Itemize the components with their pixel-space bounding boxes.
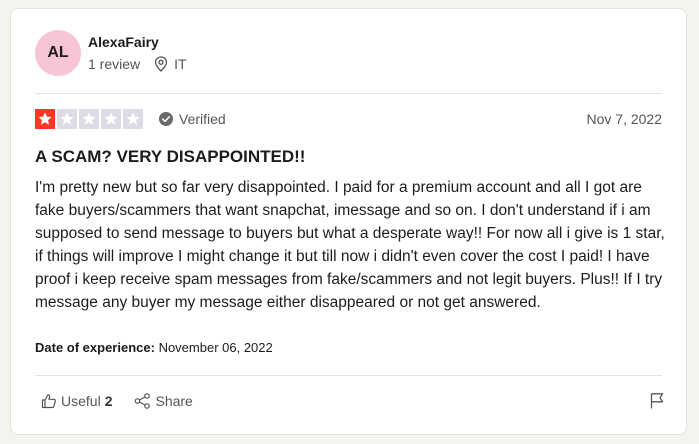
report-flag-button[interactable]: [650, 392, 664, 409]
share-button[interactable]: Share: [134, 392, 193, 409]
share-label: Share: [155, 392, 193, 409]
star-filled-icon: [35, 109, 55, 129]
star-empty-icon: [123, 109, 143, 129]
review-title[interactable]: A SCAM? VERY DISAPPOINTED!!: [35, 147, 305, 167]
footer-divider: [35, 375, 662, 376]
flag-icon: [650, 392, 664, 409]
verified-label: Verified: [179, 111, 226, 127]
rating-row: Verified Nov 7, 2022: [35, 109, 662, 129]
star-empty-icon: [57, 109, 77, 129]
location-pin-icon: [154, 56, 168, 72]
avatar[interactable]: AL: [35, 30, 81, 76]
share-icon: [134, 392, 155, 409]
review-actions: Useful 2 Share: [41, 392, 664, 409]
useful-label: Useful: [61, 392, 101, 409]
reviewer-name[interactable]: AlexaFairy: [88, 34, 159, 50]
verified-check-icon: [159, 112, 173, 126]
star-rating: [35, 109, 143, 129]
date-of-experience: Date of experience: November 06, 2022: [35, 340, 273, 355]
star-empty-icon: [79, 109, 99, 129]
review-date: Nov 7, 2022: [586, 111, 663, 127]
header-divider: [35, 93, 662, 94]
verified-badge[interactable]: Verified: [159, 111, 226, 127]
reviewer-meta: 1 review IT: [88, 56, 187, 72]
thumbs-up-icon: [41, 393, 61, 409]
experience-date: November 06, 2022: [158, 340, 273, 355]
review-body: I'm pretty new but so far very disappoin…: [35, 179, 665, 311]
experience-label: Date of experience:: [35, 340, 155, 355]
reviewer-country: IT: [174, 56, 187, 72]
useful-button[interactable]: Useful 2: [41, 393, 112, 409]
useful-count: 2: [104, 392, 113, 409]
star-empty-icon: [101, 109, 121, 129]
review-count: 1 review: [88, 56, 141, 72]
review-card: AL AlexaFairy 1 review IT Verified Nov 7…: [10, 8, 687, 435]
